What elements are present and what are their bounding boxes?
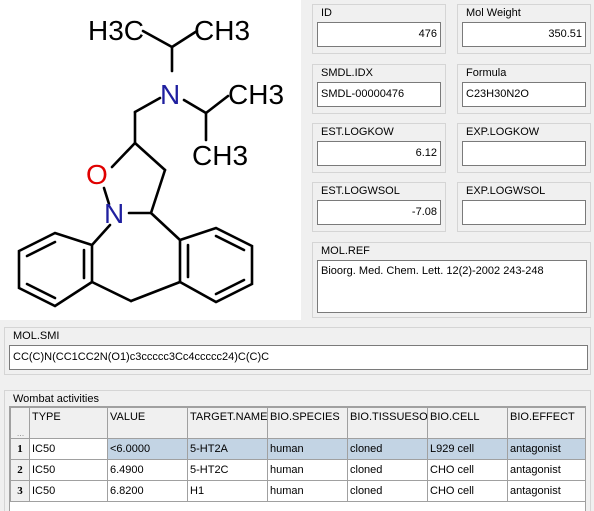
id-label: ID	[321, 7, 332, 19]
cell-bio-cell[interactable]: CHO cell	[427, 459, 508, 481]
cell-type[interactable]: IC50	[29, 459, 108, 481]
exp-logkow-label: EXP.LOGKOW	[466, 126, 540, 138]
molecule-structure-panel: H3C CH3 N CH3 CH3 O N	[0, 0, 301, 320]
wombat-activities-label: Wombat activities	[13, 393, 99, 405]
atom-n-ring: N	[104, 198, 124, 229]
column-header-bio-effect[interactable]: BIO.EFFECT	[507, 407, 585, 439]
wombat-table: . . . TYPE VALUE TARGET.NAME BIO.SPECIES…	[10, 407, 585, 502]
wombat-header-row: . . . TYPE VALUE TARGET.NAME BIO.SPECIES…	[10, 407, 585, 439]
table-row[interactable]: 3 IC50 6.8200 H1 human cloned CHO cell a…	[10, 480, 585, 502]
cell-type[interactable]: IC50	[29, 438, 108, 460]
cell-type[interactable]: IC50	[29, 480, 108, 502]
est-logkow-group: EST.LOGKOW 6.12	[312, 123, 446, 173]
formula-group: Formula C23H30N2O	[457, 64, 591, 114]
est-logkow-field[interactable]: 6.12	[317, 141, 441, 166]
atom-oxygen: O	[86, 159, 108, 190]
table-row[interactable]: 1 IC50 <6.0000 5-HT2A human cloned L929 …	[10, 438, 585, 460]
cell-bio-effect[interactable]: antagonist	[507, 438, 585, 460]
id-group: ID 476	[312, 4, 446, 54]
cell-bio-species[interactable]: human	[267, 438, 348, 460]
cell-bio-effect[interactable]: antagonist	[507, 480, 585, 502]
column-header-target-name[interactable]: TARGET.NAME	[187, 407, 268, 439]
row-number[interactable]: 1	[10, 438, 30, 460]
column-header-bio-species[interactable]: BIO.SPECIES	[267, 407, 348, 439]
est-logwsol-field[interactable]: -7.08	[317, 200, 441, 225]
table-row[interactable]: 2 IC50 6.4900 5-HT2C human cloned CHO ce…	[10, 459, 585, 481]
atom-ch3-top: CH3	[194, 15, 250, 46]
exp-logkow-group: EXP.LOGKOW	[457, 123, 591, 173]
mol-ref-label: MOL.REF	[321, 245, 370, 257]
column-header-bio-cell[interactable]: BIO.CELL	[427, 407, 508, 439]
smdl-idx-group: SMDL.IDX SMDL-00000476	[312, 64, 446, 114]
cell-bio-species[interactable]: human	[267, 480, 348, 502]
cell-bio-effect[interactable]: antagonist	[507, 459, 585, 481]
mol-ref-field[interactable]: Bioorg. Med. Chem. Lett. 12(2)-2002 243-…	[317, 260, 587, 313]
formula-label: Formula	[466, 67, 507, 79]
column-header-value[interactable]: VALUE	[107, 407, 188, 439]
cell-value[interactable]: <6.0000	[107, 438, 188, 460]
cell-target-name[interactable]: H1	[187, 480, 268, 502]
molecule-structure: H3C CH3 N CH3 CH3 O N	[17, 15, 284, 308]
id-field[interactable]: 476	[317, 22, 441, 47]
exp-logwsol-label: EXP.LOGWSOL	[466, 185, 546, 197]
cell-bio-tissuesource[interactable]: cloned	[347, 438, 428, 460]
column-header-type[interactable]: TYPE	[29, 407, 108, 439]
mol-smi-group: MOL.SMI CC(C)N(CC1CC2N(O1)c3ccccc3Cc4ccc…	[4, 327, 591, 375]
cell-target-name[interactable]: 5-HT2A	[187, 438, 268, 460]
atom-ch3-right-lower: CH3	[192, 140, 248, 171]
cell-bio-tissuesource[interactable]: cloned	[347, 480, 428, 502]
smdl-idx-field[interactable]: SMDL-00000476	[317, 82, 441, 107]
cell-bio-cell[interactable]: L929 cell	[427, 438, 508, 460]
wombat-activities-grid[interactable]: . . . TYPE VALUE TARGET.NAME BIO.SPECIES…	[9, 406, 586, 511]
formula-field[interactable]: C23H30N2O	[462, 82, 586, 107]
atom-ch3-right-upper: CH3	[228, 79, 284, 110]
mol-smi-label: MOL.SMI	[13, 330, 60, 342]
cell-value[interactable]: 6.4900	[107, 459, 188, 481]
smdl-idx-label: SMDL.IDX	[321, 67, 373, 79]
exp-logwsol-field[interactable]	[462, 200, 586, 225]
cell-target-name[interactable]: 5-HT2C	[187, 459, 268, 481]
atom-n-amine: N	[160, 79, 180, 110]
mol-weight-group: Mol Weight 350.51	[457, 4, 591, 54]
cell-value[interactable]: 6.8200	[107, 480, 188, 502]
exp-logkow-field[interactable]	[462, 141, 586, 166]
mol-weight-label: Mol Weight	[466, 7, 521, 19]
grid-corner[interactable]: . . .	[10, 407, 30, 439]
mol-weight-field[interactable]: 350.51	[462, 22, 586, 47]
exp-logwsol-group: EXP.LOGWSOL	[457, 182, 591, 232]
atom-h3c-left: H3C	[88, 15, 144, 46]
mol-smi-field[interactable]: CC(C)N(CC1CC2N(O1)c3ccccc3Cc4ccccc24)C(C…	[9, 345, 588, 370]
row-number[interactable]: 2	[10, 459, 30, 481]
est-logkow-label: EST.LOGKOW	[321, 126, 394, 138]
cell-bio-tissuesource[interactable]: cloned	[347, 459, 428, 481]
row-number[interactable]: 3	[10, 480, 30, 502]
est-logwsol-label: EST.LOGWSOL	[321, 185, 400, 197]
mol-ref-group: MOL.REF Bioorg. Med. Chem. Lett. 12(2)-2…	[312, 242, 591, 318]
cell-bio-cell[interactable]: CHO cell	[427, 480, 508, 502]
cell-bio-species[interactable]: human	[267, 459, 348, 481]
est-logwsol-group: EST.LOGWSOL -7.08	[312, 182, 446, 232]
column-header-bio-tissuesource[interactable]: BIO.TISSUESOU	[347, 407, 428, 439]
